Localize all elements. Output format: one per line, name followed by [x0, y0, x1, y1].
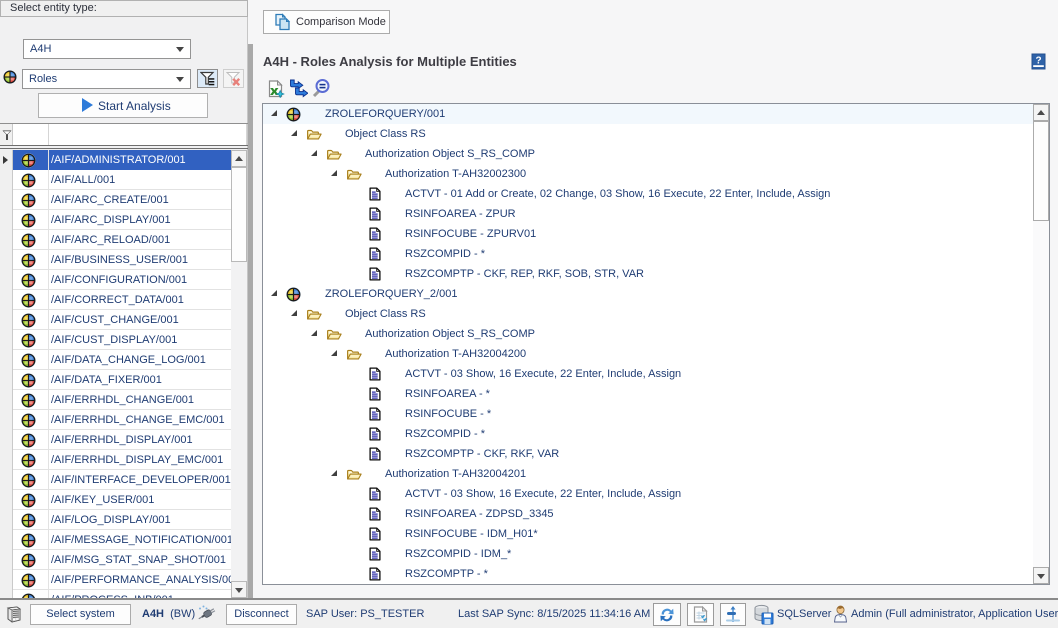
- svg-text:?: ?: [1035, 56, 1041, 67]
